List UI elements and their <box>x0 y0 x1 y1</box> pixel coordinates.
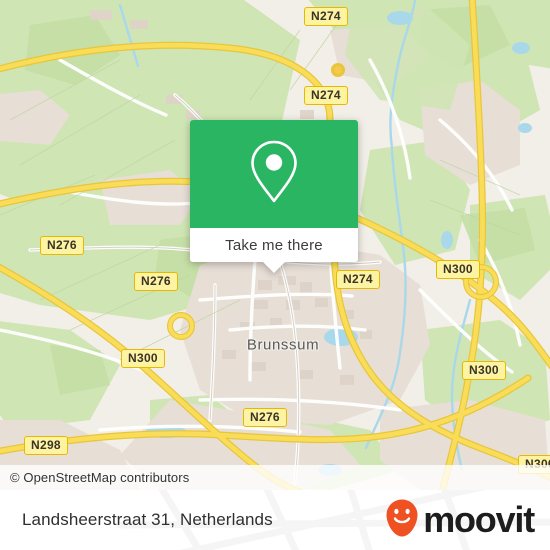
map-attribution-bar: © OpenStreetMap contributors <box>0 465 550 490</box>
popup-body: Take me there <box>190 120 358 262</box>
popup-header <box>190 120 358 228</box>
road-shield: N276 <box>134 272 178 291</box>
address-label: Landsheerstraat 31, Netherlands <box>22 510 273 529</box>
road-shield: N274 <box>304 86 348 105</box>
road-shield: N274 <box>336 270 380 289</box>
road-shield: N274 <box>304 7 348 26</box>
moovit-smiley-pin-icon <box>385 498 419 543</box>
moovit-map-screenshot: Brunssum N274 N274 N274 N276 N276 N276 N… <box>0 0 550 550</box>
road-shield: N298 <box>24 436 68 455</box>
moovit-brand[interactable]: moovit <box>385 490 535 550</box>
location-pin-icon <box>246 137 302 212</box>
road-shield: N300 <box>121 349 165 368</box>
road-shield: N276 <box>243 408 287 427</box>
road-shield: N300 <box>462 361 506 380</box>
map-canvas[interactable]: Brunssum N274 N274 N274 N276 N276 N276 N… <box>0 0 550 490</box>
footer-bar: Landsheerstraat 31, Netherlands moovit <box>0 490 550 550</box>
location-popup-card[interactable]: Take me there <box>190 120 358 273</box>
road-shield: N300 <box>436 260 480 279</box>
openstreetmap-attribution[interactable]: © OpenStreetMap contributors <box>0 470 189 485</box>
place-label-brunssum: Brunssum <box>246 336 320 354</box>
popup-footer[interactable]: Take me there <box>190 228 358 262</box>
road-shield: N276 <box>40 236 84 255</box>
moovit-wordmark: moovit <box>423 499 535 540</box>
take-me-there-label: Take me there <box>225 236 323 254</box>
popup-pointer <box>262 261 286 273</box>
